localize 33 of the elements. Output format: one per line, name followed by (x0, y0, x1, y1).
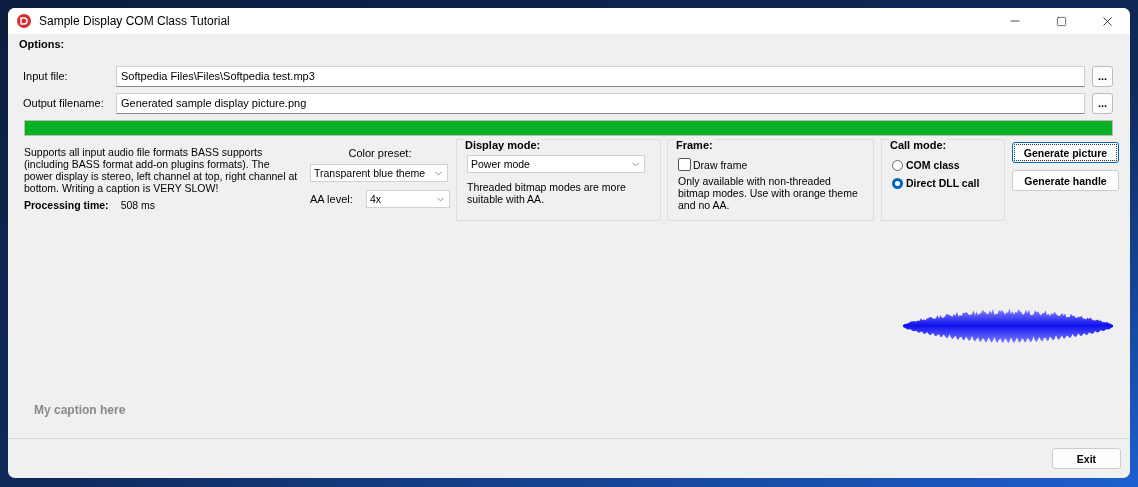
radio-icon[interactable] (892, 159, 903, 171)
radio-icon[interactable] (892, 177, 903, 189)
app-logo-icon (17, 14, 31, 28)
frame-note: Only available with non-threaded bitmap modes. Use with orange theme and no AA. (678, 175, 859, 211)
group-title: Call mode: (889, 139, 948, 151)
draw-frame-checkbox[interactable]: Draw frame (678, 158, 863, 171)
processing-time-value: 508 ms (120, 199, 156, 211)
options-label: Options: (19, 38, 66, 52)
group-title: Display mode: (464, 139, 542, 151)
checkbox-icon[interactable] (678, 158, 691, 171)
file-label: Output filename: (22, 97, 105, 109)
aa-level-label: AA level: (310, 193, 353, 205)
window-title: Sample Display COM Class Tutorial (39, 14, 231, 28)
call-mode-radio[interactable]: Direct DLL call (892, 177, 994, 189)
browse-button[interactable]: ... (1092, 92, 1113, 114)
file-field[interactable]: Generated sample display picture.png (116, 92, 1085, 114)
display-mode-note: Threaded bitmap modes are more suitable with AA. (467, 181, 627, 205)
color-preset-dropdown[interactable]: Transparent blue theme (310, 164, 448, 182)
processing-time-label: Processing time: (24, 199, 109, 211)
generate-button[interactable]: Generate picture (1012, 142, 1119, 163)
browse-button[interactable]: ... (1092, 65, 1113, 87)
file-label: Input file: (22, 70, 69, 82)
display-mode-dropdown[interactable]: Power mode (467, 155, 645, 173)
call-mode-radio[interactable]: COM class (892, 159, 994, 171)
maximize-icon (1055, 15, 1067, 27)
group-title: Frame: (675, 139, 714, 151)
aa-level-dropdown[interactable]: 4x (366, 190, 450, 208)
caption-text: My caption here (34, 403, 127, 417)
color-preset-label: Color preset: (347, 147, 413, 159)
exit-button[interactable]: Exit (1052, 448, 1121, 469)
file-field[interactable]: Softpedia Files\Files\Softpedia test.mp3 (116, 65, 1085, 87)
generate-button[interactable]: Generate handle (1012, 170, 1119, 191)
description-text: Supports all input audio file formats BASS supports (including BASS format add-on plugins formats). The power display is stereo, left channel at top, right channel at bottom. Writing a caption is VERY SLOW! (24, 146, 298, 194)
